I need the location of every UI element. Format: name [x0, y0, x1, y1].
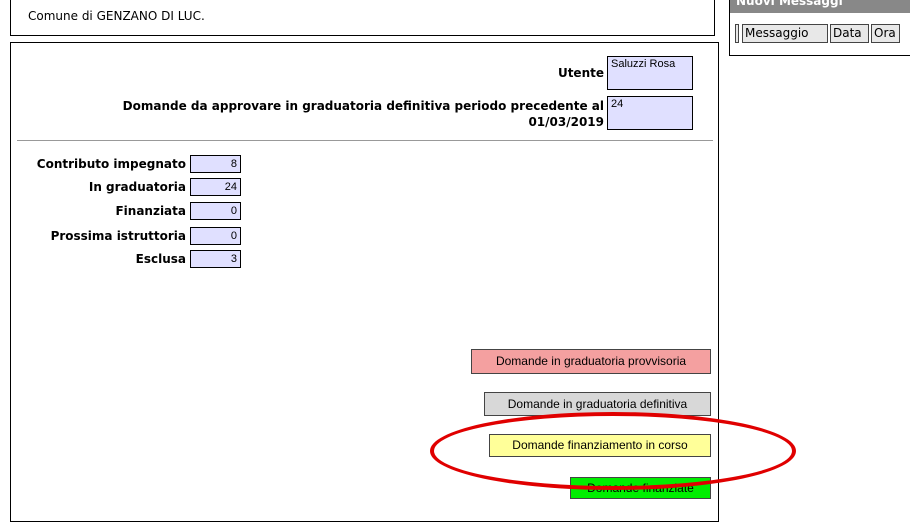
divider — [17, 140, 713, 141]
stat-label-finanziata: Finanziata — [115, 204, 186, 218]
stat-label-prossima: Prossima istruttoria — [50, 229, 186, 243]
stat-value-prossima: 0 — [190, 227, 241, 245]
utente-field: Saluzzi Rosa — [607, 56, 693, 90]
domande-label-line1: Domande da approvare in graduatoria defi… — [122, 99, 604, 113]
stat-value-contributo: 8 — [190, 155, 241, 173]
messages-select-column[interactable] — [735, 24, 739, 43]
stat-label-esclusa: Esclusa — [135, 252, 186, 266]
stat-label-contributo: Contributo impegnato — [36, 157, 186, 171]
messages-column-messaggio[interactable]: Messaggio — [742, 24, 828, 43]
stat-label-in-graduatoria: In graduatoria — [88, 180, 186, 194]
messages-column-ora[interactable]: Ora — [871, 24, 900, 43]
stat-value-esclusa: 3 — [190, 250, 241, 268]
domande-label-date: 01/03/2019 — [528, 115, 604, 129]
stat-value-finanziata: 0 — [190, 202, 241, 220]
domande-definitiva-button[interactable]: Domande in graduatoria definitiva — [484, 392, 711, 416]
domande-finanziate-button[interactable]: Domande finanziate — [570, 477, 711, 499]
domande-in-corso-button[interactable]: Domande finanziamento in corso — [489, 434, 711, 457]
stat-value-in-graduatoria: 24 — [190, 178, 241, 196]
messages-title: Nuovi Messaggi — [730, 0, 910, 13]
domande-provvisoria-button[interactable]: Domande in graduatoria provvisoria — [471, 349, 711, 374]
domande-field: 24 — [607, 96, 693, 130]
messages-panel: Nuovi Messaggi Messaggio Data Ora — [729, 0, 910, 56]
utente-label: Utente — [557, 66, 604, 80]
messages-column-data[interactable]: Data — [830, 24, 869, 43]
header-box: Comune di GENZANO DI LUC. — [10, 0, 715, 36]
comune-title: Comune di GENZANO DI LUC. — [28, 9, 205, 23]
